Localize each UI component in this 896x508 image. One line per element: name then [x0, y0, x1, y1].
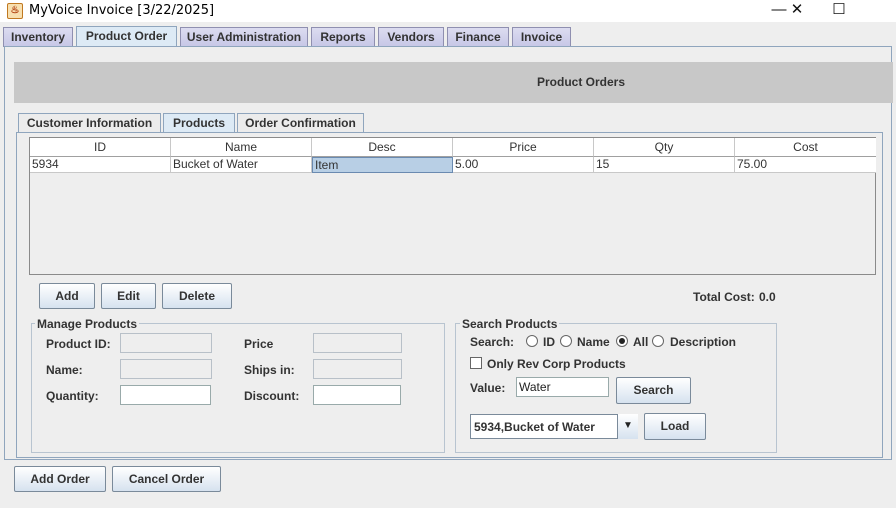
radio-description[interactable]: [652, 335, 664, 347]
cell-name[interactable]: Bucket of Water: [171, 157, 312, 173]
value-label: Value:: [470, 381, 506, 395]
name-field[interactable]: [120, 359, 212, 379]
maximize-button[interactable]: ☐: [817, 0, 861, 22]
cell-price[interactable]: 5.00: [453, 157, 594, 173]
products-table[interactable]: ID Name Desc Price Qty Cost 5934 Bucket …: [29, 137, 876, 275]
main-tab-bar: Inventory Product Order User Administrat…: [0, 26, 896, 47]
add-order-button[interactable]: Add Order: [14, 466, 106, 492]
tab-product-order[interactable]: Product Order: [76, 26, 177, 47]
manage-products-title: Manage Products: [35, 317, 140, 331]
cell-id[interactable]: 5934: [30, 157, 171, 173]
radio-id-label[interactable]: ID: [543, 335, 555, 349]
edit-button[interactable]: Edit: [101, 283, 156, 309]
column-header-cost[interactable]: Cost: [735, 138, 876, 157]
tab-reports[interactable]: Reports: [311, 27, 375, 47]
radio-name[interactable]: [560, 335, 572, 347]
column-header-qty[interactable]: Qty: [594, 138, 735, 157]
total-cost-value: 0.0: [759, 290, 776, 304]
cell-qty[interactable]: 15: [594, 157, 735, 173]
tab-customer-information[interactable]: Customer Information: [18, 113, 161, 133]
load-button[interactable]: Load: [644, 413, 706, 440]
quantity-label: Quantity:: [46, 389, 99, 403]
tab-inventory[interactable]: Inventory: [3, 27, 73, 47]
radio-description-label[interactable]: Description: [670, 335, 736, 349]
total-cost-label: Total Cost:: [693, 290, 755, 304]
delete-button[interactable]: Delete: [162, 283, 232, 309]
cell-desc[interactable]: Item: [312, 157, 453, 173]
ships-in-label: Ships in:: [244, 363, 295, 377]
chevron-down-icon[interactable]: ▼: [617, 414, 638, 439]
price-label: Price: [244, 337, 274, 351]
product-id-label: Product ID:: [46, 337, 111, 351]
ships-in-field[interactable]: [313, 359, 402, 379]
column-header-id[interactable]: ID: [30, 138, 171, 157]
radio-name-label[interactable]: Name: [577, 335, 610, 349]
page-title: Product Orders: [536, 75, 626, 89]
only-rev-corp-checkbox[interactable]: [470, 357, 482, 369]
quantity-field[interactable]: [120, 385, 211, 405]
tab-invoice[interactable]: Invoice: [512, 27, 571, 47]
tab-user-administration[interactable]: User Administration: [180, 27, 308, 47]
discount-field[interactable]: [313, 385, 401, 405]
search-products-title: Search Products: [460, 317, 560, 331]
only-rev-corp-label[interactable]: Only Rev Corp Products: [487, 357, 626, 371]
column-header-price[interactable]: Price: [453, 138, 594, 157]
search-button[interactable]: Search: [616, 377, 691, 404]
product-id-field[interactable]: [120, 333, 212, 353]
radio-all-label[interactable]: All: [633, 335, 648, 349]
cell-cost[interactable]: 75.00: [735, 157, 876, 173]
column-header-desc[interactable]: Desc: [312, 138, 453, 157]
search-result-selected[interactable]: 5934,Bucket of Water: [474, 420, 595, 434]
cancel-order-button[interactable]: Cancel Order: [112, 466, 221, 492]
java-cup-icon: ♨: [7, 3, 23, 19]
tab-finance[interactable]: Finance: [447, 27, 509, 47]
radio-id[interactable]: [526, 335, 538, 347]
name-label: Name:: [46, 363, 83, 377]
column-header-name[interactable]: Name: [171, 138, 312, 157]
tab-products[interactable]: Products: [163, 113, 235, 133]
discount-label: Discount:: [244, 389, 300, 403]
radio-all[interactable]: [616, 335, 628, 347]
search-value-input[interactable]: Water: [516, 377, 609, 397]
tab-order-confirmation[interactable]: Order Confirmation: [237, 113, 364, 133]
window-title: MyVoice Invoice [3/22/2025]: [29, 3, 215, 18]
close-button[interactable]: ✕: [775, 0, 819, 22]
tab-vendors[interactable]: Vendors: [378, 27, 444, 47]
add-button[interactable]: Add: [39, 283, 95, 309]
price-field[interactable]: [313, 333, 402, 353]
search-label: Search:: [470, 335, 515, 349]
